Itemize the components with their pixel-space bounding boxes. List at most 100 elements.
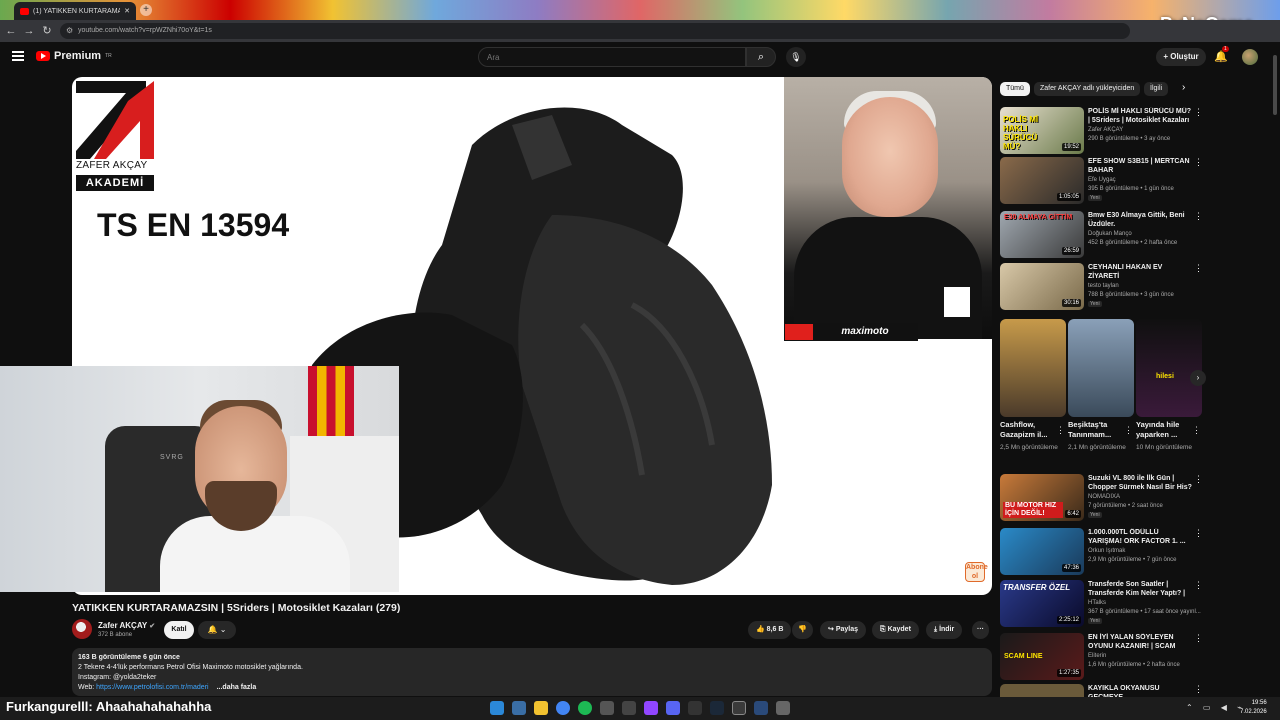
- short-item[interactable]: Cashflow, Gazapizm il... 2,5 Mn görüntül…: [1000, 319, 1066, 452]
- kebab-menu-icon[interactable]: ⋮: [1124, 425, 1133, 436]
- site-info-icon[interactable]: ⚙: [66, 23, 73, 39]
- short-item[interactable]: Beşiktaş'ta Tanınmam... 2,1 Mn görüntüle…: [1068, 319, 1134, 452]
- microphone-icon[interactable]: 🎙: [786, 47, 806, 67]
- tab-close-icon[interactable]: ✕: [124, 7, 130, 15]
- reload-icon[interactable]: ↻: [40, 24, 54, 38]
- kebab-menu-icon[interactable]: ⋮: [1194, 474, 1203, 485]
- chip-related[interactable]: İlgili: [1144, 82, 1169, 96]
- kebab-menu-icon[interactable]: ⋮: [1194, 157, 1203, 168]
- discord-icon[interactable]: [666, 701, 680, 715]
- short-title[interactable]: Yayında hile yaparken ...: [1136, 420, 1190, 440]
- short-title[interactable]: Cashflow, Gazapizm il...: [1000, 420, 1054, 440]
- settings-icon[interactable]: [776, 701, 790, 715]
- recommendation-title[interactable]: CEYHANLI HAKAN EV ZİYARETİ: [1088, 263, 1192, 281]
- notifications-bell-icon[interactable]: 🔔 1: [1214, 46, 1229, 63]
- recommendation-item[interactable]: KAYIKLA OKYANUSU GEÇMEYE ⋮: [1000, 684, 1200, 697]
- recommendation-item[interactable]: SCAM LINE 1:27:35 EN İYİ YALAN SÖYLEYEN …: [1000, 633, 1203, 681]
- recommendation-channel[interactable]: Orkun Işıtmak: [1088, 548, 1125, 554]
- recommendation-item[interactable]: 1:05:05 EFE SHOW S3B15 | MERTCAN BAHAR E…: [1000, 157, 1203, 205]
- kebab-menu-icon[interactable]: ⋮: [1192, 425, 1201, 436]
- recommendation-thumbnail[interactable]: BU MOTOR HIZ İÇİN DEĞİL! 6:42: [1000, 474, 1084, 521]
- recommendation-thumbnail[interactable]: POLİS Mİ HAKLI SÜRÜCÜ MÜ? 19:52: [1000, 107, 1084, 154]
- recommendation-title[interactable]: POLİS Mİ HAKLI SÜRÜCÜ MÜ? | 5Sriders | M…: [1088, 107, 1192, 125]
- description-box[interactable]: 163 B görüntüleme 6 gün önce 2 Tekere 4-…: [72, 648, 992, 696]
- app-icon[interactable]: [622, 701, 636, 715]
- recommendation-title[interactable]: EN İYİ YALAN SÖYLEYEN OYUNU KAZANIR! | S…: [1088, 633, 1192, 651]
- recommendation-channel[interactable]: Doğukan Manço: [1088, 231, 1132, 237]
- recommendation-channel[interactable]: Zafer AKÇAY: [1088, 127, 1123, 133]
- new-tab-button[interactable]: +: [140, 4, 152, 16]
- recommendation-title[interactable]: 1.000.000TL ÖDÜLLÜ YARIŞMA! ORK FACTOR 1…: [1088, 528, 1192, 546]
- recommendation-title[interactable]: Transferde Son Saatler | Transferde Kim …: [1088, 580, 1192, 598]
- taskbar-clock[interactable]: 19:56 7.02.2026: [1240, 699, 1267, 717]
- recommendation-title[interactable]: Bmw E30 Almaya Gittik, Beni Üzdüler.: [1088, 211, 1192, 229]
- start-icon[interactable]: [490, 701, 504, 715]
- chip-from-uploader[interactable]: Zafer AKÇAY adlı yükleyiciden: [1034, 82, 1141, 96]
- forward-icon[interactable]: →: [22, 24, 36, 38]
- short-thumbnail[interactable]: [1068, 319, 1134, 417]
- channel-name-text[interactable]: Zafer AKÇAY: [98, 621, 147, 630]
- recommendation-item[interactable]: 30:16 CEYHANLI HAKAN EV ZİYARETİ testo t…: [1000, 263, 1203, 311]
- recommendation-title[interactable]: KAYIKLA OKYANUSU GEÇMEYE: [1088, 684, 1192, 697]
- recommendation-thumbnail[interactable]: E30 ALMAYA GİTTİM 26:59: [1000, 211, 1084, 258]
- youtube-logo[interactable]: Premium TR: [36, 50, 112, 62]
- recommendation-item[interactable]: E30 ALMAYA GİTTİM 26:59 Bmw E30 Almaya G…: [1000, 211, 1203, 259]
- obs-icon[interactable]: [732, 701, 746, 715]
- short-item[interactable]: hilesi Yayında hile yaparken ... 10 Mn g…: [1136, 319, 1202, 452]
- recommendation-title[interactable]: Suzuki VL 800 ile İlk Gün | Chopper Sürm…: [1088, 474, 1192, 492]
- recommendation-item[interactable]: POLİS Mİ HAKLI SÜRÜCÜ MÜ? 19:52 POLİS Mİ…: [1000, 107, 1203, 155]
- chrome-icon[interactable]: [556, 701, 570, 715]
- kebab-menu-icon[interactable]: ⋮: [1194, 633, 1203, 644]
- short-thumbnail[interactable]: hilesi: [1136, 319, 1202, 417]
- short-thumbnail[interactable]: [1000, 319, 1066, 417]
- twitch-icon[interactable]: [644, 701, 658, 715]
- more-actions-button[interactable]: ···: [972, 621, 989, 639]
- description-link[interactable]: https://www.petrolofisi.com.tr/maderi: [96, 684, 208, 691]
- download-button[interactable]: ⤓ İndir: [926, 621, 963, 639]
- search-input[interactable]: [478, 47, 746, 67]
- kebab-menu-icon[interactable]: ⋮: [1194, 684, 1200, 695]
- join-button[interactable]: Katıl: [164, 621, 194, 639]
- short-title[interactable]: Beşiktaş'ta Tanınmam...: [1068, 420, 1122, 440]
- chip-all[interactable]: Tümü: [1000, 82, 1030, 96]
- kebab-menu-icon[interactable]: ⋮: [1194, 528, 1203, 539]
- spotify-icon[interactable]: [578, 701, 592, 715]
- recommendation-item[interactable]: TRANSFER ÖZEL 2:25:12 Transferde Son Saa…: [1000, 580, 1203, 628]
- browser-tab[interactable]: (1) YATIKKEN KURTARAMAZSIN... ✕: [14, 2, 136, 20]
- recommendation-channel[interactable]: testo taylan: [1088, 283, 1119, 289]
- recommendation-channel[interactable]: NOMADIXA: [1088, 494, 1120, 500]
- search-icon[interactable]: ⌕: [746, 47, 776, 67]
- kebab-menu-icon[interactable]: ⋮: [1194, 211, 1203, 222]
- recommendation-item[interactable]: BU MOTOR HIZ İÇİN DEĞİL! 6:42 Suzuki VL …: [1000, 474, 1203, 522]
- chevron-right-icon[interactable]: ›: [1190, 370, 1206, 386]
- recommendation-thumbnail[interactable]: TRANSFER ÖZEL 2:25:12: [1000, 580, 1084, 627]
- create-button[interactable]: + Oluştur: [1156, 48, 1206, 66]
- subscribe-badge[interactable]: Abone ol: [965, 562, 988, 582]
- recommendation-channel[interactable]: Efe Uygaç: [1088, 177, 1116, 183]
- channel-avatar[interactable]: [72, 619, 92, 639]
- subscription-bell-button[interactable]: 🔔 ⌄: [198, 621, 236, 639]
- recommendation-item[interactable]: 47:36 1.000.000TL ÖDÜLLÜ YARIŞMA! ORK FA…: [1000, 528, 1203, 576]
- app-icon[interactable]: [754, 701, 768, 715]
- chevron-right-icon[interactable]: ›: [1182, 82, 1185, 93]
- menu-icon[interactable]: [12, 51, 24, 61]
- app-icon[interactable]: [688, 701, 702, 715]
- recommendation-thumbnail[interactable]: 30:16: [1000, 263, 1084, 310]
- kebab-menu-icon[interactable]: ⋮: [1194, 107, 1203, 118]
- show-more-link[interactable]: ...daha fazla: [217, 684, 257, 691]
- recommendation-channel[interactable]: Eliterin: [1088, 653, 1106, 659]
- steam-icon[interactable]: [710, 701, 724, 715]
- file-explorer-icon[interactable]: [534, 701, 548, 715]
- recommendation-thumbnail[interactable]: 1:05:05: [1000, 157, 1084, 204]
- account-avatar[interactable]: [1242, 49, 1258, 65]
- kebab-menu-icon[interactable]: ⋮: [1194, 580, 1203, 591]
- share-button[interactable]: ↪ Paylaş: [820, 621, 867, 639]
- system-tray[interactable]: ⌃ ▭ ◀ ⌁: [1186, 703, 1246, 712]
- app-icon[interactable]: [600, 701, 614, 715]
- dislike-button[interactable]: 👎: [792, 621, 813, 639]
- url-field[interactable]: ⚙ youtube.com/watch?v=rpWZNhi70oY&t=1s: [60, 23, 1130, 39]
- widgets-icon[interactable]: [512, 701, 526, 715]
- recommendation-channel[interactable]: HTalks: [1088, 600, 1106, 606]
- back-icon[interactable]: ←: [4, 24, 18, 38]
- like-button[interactable]: 👍 8,6 B: [748, 621, 792, 639]
